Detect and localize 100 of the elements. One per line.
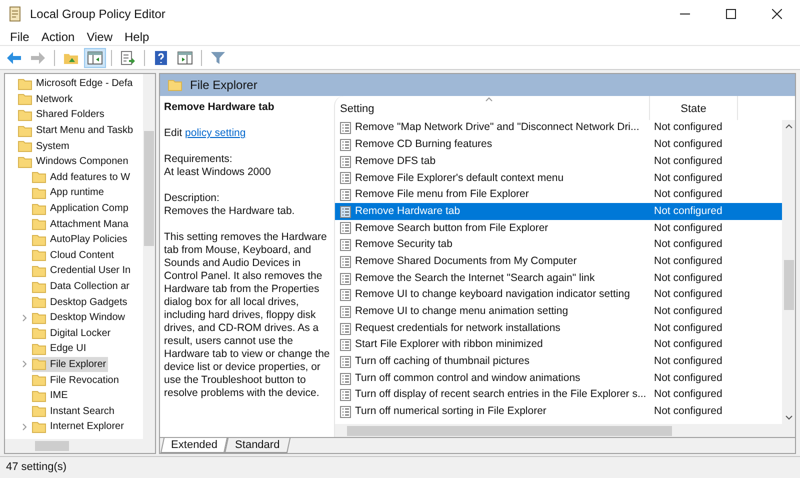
table-row[interactable]: Remove the Search the Internet "Search again" link Not configured [335, 270, 782, 287]
setting-name: Request credentials for network installations [355, 320, 560, 336]
filter-icon [210, 50, 226, 66]
tree-item[interactable]: Desktop Gadgets [32, 294, 130, 310]
menu-item[interactable]: File [4, 28, 36, 46]
setting-name: Remove the Search the Internet "Search again" link [355, 270, 595, 286]
setting-name: Remove UI to change menu animation setting [355, 304, 568, 320]
policy-icon [340, 222, 351, 234]
table-row[interactable]: Remove Search button from File Explorer Not configured [335, 220, 782, 237]
tree-item[interactable]: Microsoft Edge - Defa [18, 76, 135, 92]
chevron-icon[interactable] [22, 314, 28, 322]
tree-item[interactable]: File Explorer [32, 356, 108, 372]
table-row[interactable]: Turn off caching of thumbnail pictures Not configured [335, 354, 782, 370]
policy-icon [340, 406, 351, 418]
policy-icon [340, 122, 351, 134]
table-row[interactable]: Remove Security tab Not configured [335, 236, 782, 254]
tree-item[interactable]: Start Menu and Taskb [18, 122, 136, 138]
state-cell-text: Not configured [653, 137, 722, 152]
policy-icon [340, 256, 351, 268]
tree-item[interactable]: File Revocation [32, 372, 121, 388]
state-cell-text: Not configured [653, 320, 722, 336]
folder-icon [32, 358, 46, 370]
tree-item[interactable]: Internet Explorer [32, 419, 126, 435]
description-label: Description: [164, 192, 220, 205]
table-row[interactable]: Remove DFS tab Not configured [335, 153, 782, 170]
table-row[interactable]: Remove File menu from File Explorer Not configured [335, 186, 782, 204]
tree-item[interactable]: System [18, 138, 72, 154]
tree-item[interactable]: Credential User In [32, 263, 133, 279]
folder-icon [18, 140, 32, 152]
setting-name: Remove CD Burning features [355, 137, 492, 152]
toolbar-button[interactable] [84, 48, 106, 68]
view-tab[interactable]: Standard [224, 438, 291, 453]
table-row[interactable]: Start File Explorer with ribbon minimized Not configured [335, 336, 782, 354]
table-row[interactable]: Turn off display of recent search entries in the File Explorer s... Not configured [335, 387, 782, 404]
column-header[interactable]: Setting [335, 96, 650, 120]
tree-item[interactable]: Network [18, 92, 75, 108]
table-row[interactable]: Request credentials for network installations Not configured [335, 320, 782, 337]
window-title: Local Group Policy Editor [30, 6, 166, 23]
state-cell-text: Not configured [653, 387, 722, 402]
tree-item[interactable]: Shared Folders [18, 107, 106, 123]
setting-name: Remove Security tab [355, 237, 452, 252]
tree-item[interactable]: Windows Componen [18, 154, 130, 170]
policy-icon [340, 289, 351, 302]
column-header[interactable]: State [650, 96, 738, 120]
scroll-thumb[interactable] [784, 260, 794, 310]
tree-item[interactable]: Cloud Content [32, 248, 116, 264]
menu-item[interactable]: Help [118, 28, 156, 46]
chevron-icon[interactable] [22, 422, 28, 431]
table-row[interactable]: Remove CD Burning features Not configured [335, 136, 782, 154]
table-row[interactable]: Turn off common control and window animations Not configured [335, 370, 782, 387]
folder-icon [32, 327, 46, 340]
horizontal-scrollbar[interactable] [5, 439, 155, 453]
scroll-thumb[interactable] [144, 131, 154, 246]
vertical-scrollbar[interactable] [143, 74, 155, 439]
tree-item[interactable]: Application Comp [32, 200, 130, 216]
folder-icon [32, 280, 46, 293]
table-row[interactable]: Remove Hardware tab Not configured [335, 203, 782, 220]
tree-item[interactable]: Data Collection ar [32, 278, 132, 294]
table-row[interactable]: Remove UI to change keyboard navigation indicator setting Not configured [335, 286, 782, 304]
table-row[interactable]: Remove File Explorer's default context menu Not configured [335, 170, 782, 187]
state-cell-text: Not configured [653, 220, 722, 236]
setting-name: Turn off display of recent search entries in the File Explorer s... [355, 387, 646, 402]
setting-name: Remove Hardware tab [355, 204, 460, 219]
tree-item[interactable]: App runtime [32, 185, 106, 201]
policy-icon [340, 322, 351, 335]
state-cell-text: Not configured [653, 337, 722, 352]
tree-item[interactable]: AutoPlay Policies [32, 232, 130, 248]
horizontal-scrollbar[interactable] [335, 424, 795, 437]
setting-name: Remove Shared Documents from My Computer [355, 254, 577, 269]
table-row[interactable]: Turn off numerical sorting in File Explorer Not configured [335, 404, 782, 420]
view-tab[interactable]: Extended [160, 438, 228, 453]
table-row[interactable]: Remove "Map Network Drive" and "Disconnect Network Dri... Not configured [335, 120, 782, 137]
scroll-down-icon[interactable] [784, 415, 792, 420]
scroll-up-icon[interactable] [784, 124, 792, 129]
tree-item[interactable]: Add features to W [32, 170, 132, 186]
vertical-scrollbar[interactable] [782, 120, 795, 424]
tree-item[interactable]: Desktop Window [32, 310, 128, 326]
chevron-icon[interactable] [22, 360, 28, 368]
policy-icon [340, 139, 351, 152]
menu-item[interactable]: View [80, 28, 118, 46]
tree-item[interactable]: IME [32, 388, 70, 404]
scroll-thumb[interactable] [347, 426, 672, 436]
setting-name: Remove File menu from File Explorer [355, 187, 529, 202]
policy-title: Remove Hardware tab [164, 101, 276, 114]
export-list-icon [120, 50, 136, 66]
table-row[interactable]: Remove UI to change menu animation setting Not configured [335, 304, 782, 320]
folder-icon [32, 296, 46, 308]
tree-item[interactable]: Instant Search [32, 403, 116, 420]
policy-setting-link[interactable]: policy setting [185, 127, 246, 139]
tree-item[interactable]: Edge UI [32, 341, 88, 357]
tree-item[interactable]: Digital Locker [32, 326, 113, 342]
scroll-thumb[interactable] [35, 441, 69, 451]
table-row[interactable]: Remove Shared Documents from My Computer Not configured [335, 254, 782, 270]
help-icon [153, 50, 169, 66]
tree-item[interactable]: Attachment Mana [32, 216, 130, 232]
folder-icon [32, 202, 46, 215]
state-cell-text: Not configured [653, 154, 722, 169]
menu-item[interactable]: Action [35, 28, 81, 46]
folder-icon [32, 312, 46, 324]
folder-icon [32, 405, 46, 418]
